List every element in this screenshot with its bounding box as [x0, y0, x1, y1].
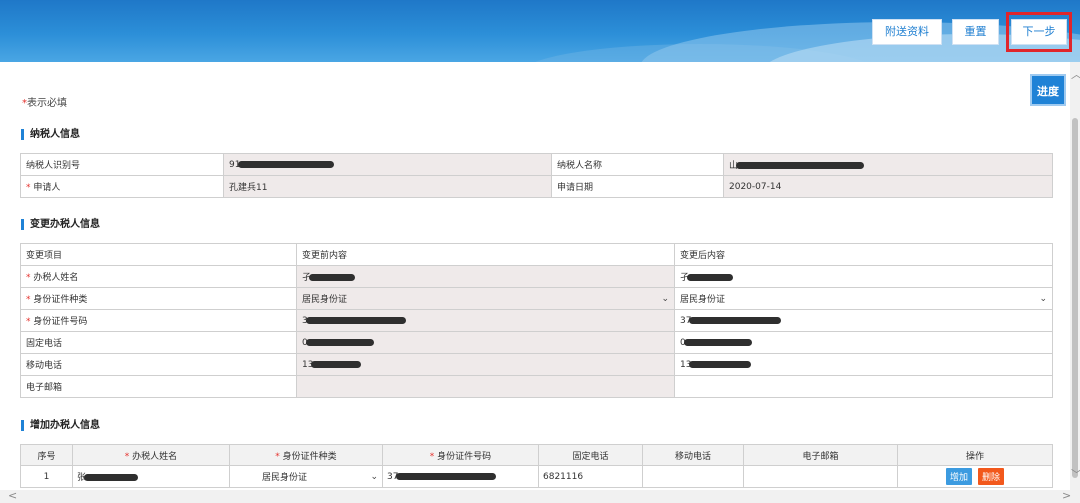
required-note: *表示必填 — [22, 98, 67, 109]
taxpayer-id-field: 91 — [223, 153, 552, 176]
after-id-type-select[interactable]: 居民身份证 ⌄ — [674, 287, 1053, 310]
agent-mobile-input[interactable] — [642, 465, 744, 488]
section-title-add: 增加办税人信息 — [21, 420, 100, 431]
row-actions: 增加 删除 — [897, 465, 1053, 488]
column-header: 序号 — [20, 444, 73, 466]
row-label: * 身份证件号码 — [20, 309, 297, 332]
taxpayer-id-label: 纳税人识别号 — [20, 153, 224, 176]
scroll-left-icon[interactable]: < — [8, 489, 17, 502]
after-name-input[interactable]: 孑 — [674, 265, 1053, 288]
column-header: 电子邮箱 — [743, 444, 898, 466]
delete-row-button[interactable]: 删除 — [977, 468, 1004, 485]
column-header: 变更后内容 — [674, 243, 1053, 266]
section-title-change: 变更办税人信息 — [21, 219, 100, 230]
chevron-down-icon: ⌄ — [370, 471, 378, 482]
before-fixed-phone-field: 0 — [296, 331, 675, 354]
column-header: 固定电话 — [538, 444, 643, 466]
add-row-button[interactable]: 增加 — [946, 468, 973, 485]
scroll-up-icon[interactable]: ︿ — [1071, 66, 1080, 82]
required-note-text: 表示必填 — [27, 98, 67, 109]
scroll-right-icon[interactable]: > — [1062, 489, 1071, 502]
agent-name-input[interactable]: 张 — [72, 465, 230, 488]
column-header: 变更前内容 — [296, 243, 675, 266]
column-header: 操作 — [897, 444, 1053, 466]
scrollbar-thumb[interactable] — [1072, 118, 1078, 478]
before-email-field — [296, 375, 675, 398]
after-id-number-input[interactable]: 37 — [674, 309, 1053, 332]
after-fixed-phone-input[interactable]: 0 — [674, 331, 1053, 354]
taxpayer-name-field: 山 — [723, 153, 1053, 176]
taxpayer-name-label: 纳税人名称 — [551, 153, 724, 176]
table-row: 1 张 居民身份证 ⌄ 37 6821116 增加 删除 — [20, 465, 1053, 488]
vertical-scrollbar[interactable] — [1070, 62, 1080, 490]
before-name-field: 孑 — [296, 265, 675, 288]
chevron-down-icon: ⌄ — [1039, 293, 1047, 304]
attach-materials-button[interactable]: 附送资料 — [872, 19, 942, 45]
agent-fixed-phone-input[interactable]: 6821116 — [538, 465, 643, 488]
column-header: * 办税人姓名 — [72, 444, 230, 466]
agent-id-type-select[interactable]: 居民身份证 ⌄ — [229, 465, 383, 488]
column-header: 变更项目 — [20, 243, 297, 266]
add-agent-table: 序号 * 办税人姓名 * 身份证件种类 * 身份证件号码 固定电话 移动电话 电… — [20, 444, 1053, 488]
before-id-type-select: 居民身份证 ⌄ — [296, 287, 675, 310]
chevron-down-icon: ⌄ — [661, 293, 669, 304]
before-mobile-field: 13 — [296, 353, 675, 376]
section-title-taxpayer: 纳税人信息 — [21, 129, 80, 140]
column-header: * 身份证件号码 — [382, 444, 539, 466]
row-label: 电子邮箱 — [20, 375, 297, 398]
row-label: * 办税人姓名 — [20, 265, 297, 288]
agent-email-input[interactable] — [743, 465, 898, 488]
highlight-frame — [1006, 12, 1072, 52]
scroll-down-icon[interactable]: ﹀ — [1071, 466, 1080, 482]
row-index: 1 — [20, 465, 73, 488]
horizontal-scrollbar[interactable] — [0, 490, 1080, 503]
applicant-label: * 申请人 — [20, 175, 224, 198]
row-label: 移动电话 — [20, 353, 297, 376]
after-mobile-input[interactable]: 13 — [674, 353, 1053, 376]
taxpayer-info-table: 纳税人识别号 91 纳税人名称 山 * 申请人 孔建兵11 申请日期 2020-… — [20, 153, 1053, 198]
before-id-number-field: 3 — [296, 309, 675, 332]
apply-date-field: 2020-07-14 — [723, 175, 1053, 198]
progress-button[interactable]: 进度 — [1030, 74, 1066, 106]
reset-button[interactable]: 重置 — [952, 19, 999, 45]
row-label: 固定电话 — [20, 331, 297, 354]
column-header: 移动电话 — [642, 444, 744, 466]
column-header: * 身份证件种类 — [229, 444, 383, 466]
row-label: * 身份证件种类 — [20, 287, 297, 310]
after-email-input[interactable] — [674, 375, 1053, 398]
agent-id-number-input[interactable]: 37 — [382, 465, 539, 488]
apply-date-label: 申请日期 — [551, 175, 724, 198]
change-info-table: 变更项目 变更前内容 变更后内容 * 办税人姓名 孑 孑 * 身份证件种类 居民… — [20, 243, 1053, 398]
applicant-field: 孔建兵11 — [223, 175, 552, 198]
